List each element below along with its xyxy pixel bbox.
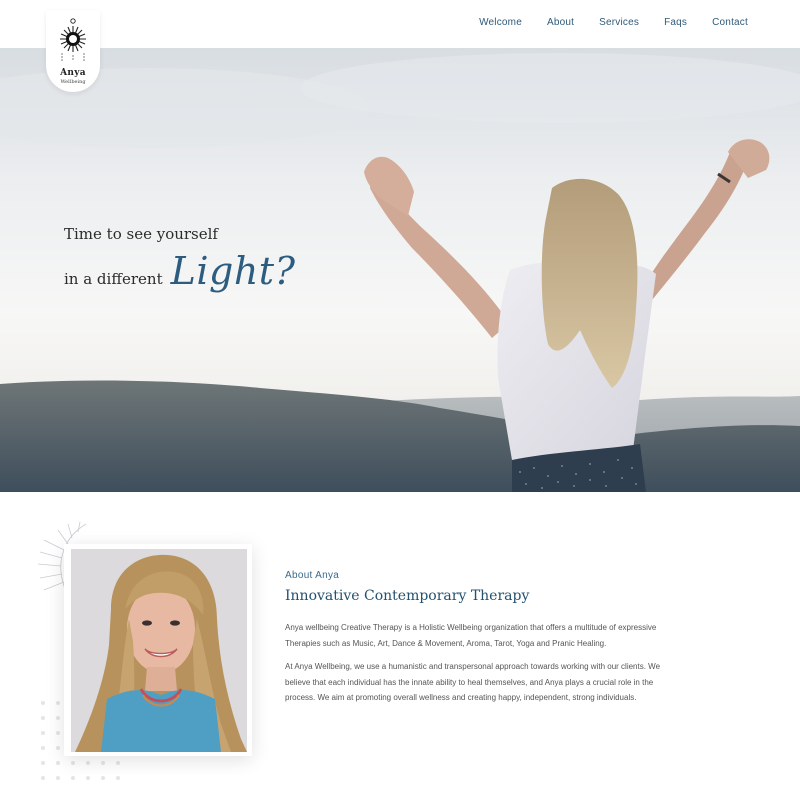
about-paragraph-2: At Anya Wellbeing, we use a humanistic a… (285, 662, 661, 702)
nav-about[interactable]: About (547, 17, 574, 28)
nav-faqs[interactable]: Faqs (664, 17, 687, 28)
hero-line-2-row: in a different Light? (64, 249, 295, 293)
portrait-frame (64, 544, 252, 756)
nav-welcome[interactable]: Welcome (479, 17, 522, 28)
hero-highlight-word: Light? (170, 249, 296, 293)
portrait-photo (71, 549, 247, 752)
sun-emblem-icon (60, 18, 86, 61)
main-nav: Welcome About Services Faqs Contact (479, 17, 748, 28)
about-content: About Anya Innovative Contemporary Thera… (285, 570, 670, 706)
logo-subtitle: Wellbeing (60, 79, 86, 85)
nav-contact[interactable]: Contact (712, 17, 748, 28)
logo-name: Anya (60, 68, 86, 78)
site-logo[interactable]: Anya Wellbeing (46, 10, 100, 92)
portrait-image (71, 549, 247, 752)
about-paragraph-1: Anya wellbeing Creative Therapy is a Hol… (285, 623, 657, 648)
hero-line-1: Time to see yourself (64, 225, 218, 243)
about-section: About Anya Innovative Contemporary Thera… (0, 492, 800, 800)
hero-banner: Time to see yourself in a different Ligh… (0, 48, 800, 492)
hero-line-2: in a different (64, 270, 163, 288)
about-title: Innovative Contemporary Therapy (285, 588, 530, 604)
about-kicker: About Anya (285, 570, 340, 581)
hero-heading: Time to see yourself in a different Ligh… (64, 225, 295, 293)
site-header: Welcome About Services Faqs Contact (0, 0, 800, 48)
nav-services[interactable]: Services (599, 17, 639, 28)
